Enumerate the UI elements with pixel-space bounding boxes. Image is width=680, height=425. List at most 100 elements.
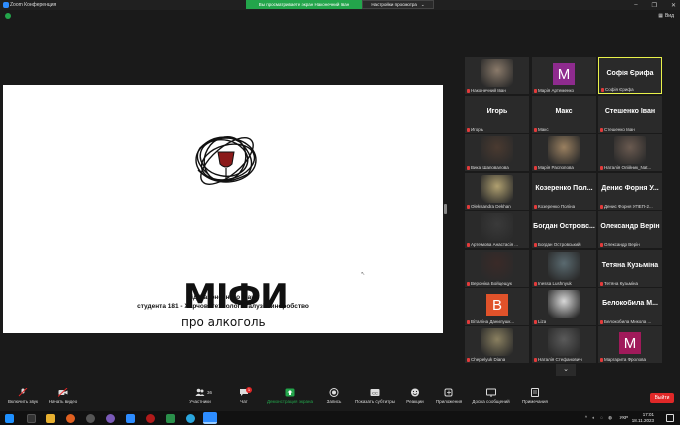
- participant-tile[interactable]: Макс Макс: [532, 96, 596, 133]
- captions-label: Показать субтитры: [355, 399, 395, 404]
- restore-icon[interactable]: ❐: [652, 2, 657, 9]
- participant-name-text: Liza: [538, 319, 547, 324]
- share-screen-button[interactable]: Демонстрация экрана: [267, 388, 313, 404]
- participant-name-label: Артемова Анастасія ...: [467, 242, 518, 247]
- notes-icon: [531, 388, 539, 397]
- windows-start-icon[interactable]: [5, 414, 14, 423]
- participant-name-text: Вероніка Бойцещук: [471, 281, 512, 286]
- participant-tile[interactable]: Inessa Lushnyuk: [532, 250, 596, 287]
- chat-button[interactable]: Чат: [221, 388, 267, 404]
- settings-gear-icon[interactable]: [86, 414, 95, 423]
- participant-name-text: Наталія Стефанович: [538, 357, 582, 362]
- viber-icon[interactable]: [106, 414, 115, 423]
- participant-tile[interactable]: Игорь Игорь: [465, 96, 529, 133]
- participant-name-label: Белокобила Микола ...: [600, 319, 651, 324]
- participant-tile[interactable]: Козеренко Пол... Козеренко Поліна: [532, 173, 596, 210]
- svg-text:CC: CC: [372, 391, 378, 396]
- participant-tile[interactable]: Chepelyuk Diana: [465, 326, 529, 363]
- window-controls: – ❐ ✕: [634, 0, 676, 10]
- participant-tile[interactable]: Олександр Верін Олександр Верін: [598, 211, 662, 248]
- participant-tile[interactable]: Денис Форня У... Денис Форня УПЕП-2...: [598, 173, 662, 210]
- red-app-icon[interactable]: [146, 414, 155, 423]
- muted-mic-icon: [600, 165, 603, 170]
- chat-badge: 1: [246, 387, 252, 393]
- telegram-icon[interactable]: [186, 414, 195, 423]
- avatar-letter: M: [619, 332, 641, 354]
- participant-name-text: Вика Шаповалова: [471, 165, 509, 170]
- leave-button[interactable]: Выйти: [650, 393, 674, 403]
- security-shield-icon[interactable]: [5, 13, 11, 19]
- participant-tile[interactable]: Тетяна Кузьміна Тетяна Кузьміна: [598, 250, 662, 287]
- reactions-label: Реакции: [406, 399, 424, 404]
- task-view-icon[interactable]: [27, 414, 36, 423]
- participant-tile[interactable]: Артемова Анастасія ...: [465, 211, 529, 248]
- participant-tile[interactable]: Наталія Олійник_Nat...: [598, 134, 662, 171]
- zoom-app-icon[interactable]: [126, 414, 135, 423]
- muted-mic-icon: [600, 281, 603, 286]
- participant-tile[interactable]: Софія Єрифа Софія Єрифа: [598, 57, 662, 94]
- participant-video-thumbnail: [481, 175, 513, 203]
- chevron-down-icon: ⌄: [420, 1, 425, 7]
- notification-center-icon[interactable]: [666, 414, 674, 422]
- whiteboard-button[interactable]: Доска сообщений: [468, 388, 514, 404]
- participant-name-label: Олександр Верін: [600, 242, 640, 247]
- participant-name-text: Артемова Анастасія ...: [471, 242, 519, 247]
- participant-display-name: Тетяна Кузьміна: [601, 262, 659, 269]
- participant-name-text: Игорь: [471, 127, 484, 132]
- participants-count: 36: [207, 390, 213, 395]
- minimize-icon[interactable]: –: [634, 2, 637, 8]
- participant-tile[interactable]: Наталія Стефанович: [532, 326, 596, 363]
- participant-tile[interactable]: Liza: [532, 288, 596, 325]
- start-video-button[interactable]: Начать видео: [40, 388, 86, 404]
- notes-button[interactable]: Примечания: [512, 388, 558, 404]
- muted-mic-icon: [534, 319, 537, 324]
- whiteboard-label: Доска сообщений: [472, 399, 510, 404]
- participant-name-label: Chepelyuk Diana: [467, 357, 505, 362]
- record-button[interactable]: Запись: [311, 388, 357, 404]
- apps-button[interactable]: Приложения: [426, 388, 472, 404]
- gallery-scroll-down-button[interactable]: ⌄: [556, 364, 576, 376]
- scribble-glass-logo: [195, 136, 257, 185]
- participant-tile[interactable]: Богдан Островс... Богдан Островський: [532, 211, 596, 248]
- participant-display-name: Стешенко Іван: [604, 108, 656, 115]
- participant-name-label: Маргарита Фролова: [600, 357, 646, 362]
- participant-tile[interactable]: Вика Шаповалова: [465, 134, 529, 171]
- muted-mic-icon: [600, 242, 603, 247]
- participant-name-text: Марія Артеменко: [538, 88, 575, 93]
- participants-button[interactable]: Участники: [177, 388, 223, 404]
- apps-icon: [444, 388, 453, 397]
- system-tray-icons[interactable]: ^ ◐ ◌ ◍: [585, 415, 614, 421]
- participant-name-text: Маргарита Фролова: [604, 357, 646, 362]
- participant-video-thumbnail: [548, 252, 580, 280]
- input-language[interactable]: УКР: [620, 415, 628, 420]
- zoom-active-taskbar-icon[interactable]: [203, 412, 217, 424]
- participants-label: Участники: [189, 399, 211, 404]
- participant-name-text: Козеренко Поліна: [538, 204, 576, 209]
- excel-icon[interactable]: [166, 414, 175, 423]
- participant-tile[interactable]: Наконечний Іван: [465, 57, 529, 94]
- participant-tile[interactable]: M Маргарита Фролова: [598, 326, 662, 363]
- participant-tile[interactable]: M Марія Артеменко: [532, 57, 596, 94]
- captions-icon: CC: [370, 389, 380, 396]
- view-button[interactable]: ▦ Вид: [658, 13, 674, 19]
- participant-tile[interactable]: Стешенко Іван Стешенко Іван: [598, 96, 662, 133]
- participant-name-text: Наталія Олійник_Nat...: [604, 165, 652, 170]
- muted-mic-icon: [534, 204, 537, 209]
- panel-splitter-handle[interactable]: [444, 204, 447, 214]
- firefox-icon[interactable]: [66, 414, 75, 423]
- participant-name-text: Белокобила Микола ...: [604, 319, 652, 324]
- participant-tile[interactable]: B Віталіна Данилушк...: [465, 288, 529, 325]
- participant-tile[interactable]: Вероніка Бойцещук: [465, 250, 529, 287]
- participant-video-thumbnail: [614, 136, 646, 164]
- view-settings-label: Настройки просмотра: [371, 2, 417, 7]
- slide-subtitle: про алкоголь: [181, 315, 266, 329]
- close-icon[interactable]: ✕: [671, 2, 676, 9]
- file-explorer-icon[interactable]: [46, 414, 55, 423]
- view-settings-button[interactable]: Настройки просмотра ⌄: [362, 0, 434, 9]
- participant-display-name: Козеренко Пол...: [535, 185, 593, 192]
- smiley-icon: [411, 388, 419, 397]
- participant-tile[interactable]: Белокобила М... Белокобила Микола ...: [598, 288, 662, 325]
- taskbar-clock[interactable]: 17:01 18.11.2023: [632, 412, 654, 424]
- participant-tile[interactable]: Oleksandra Dekhan: [465, 173, 529, 210]
- participant-tile[interactable]: Марія Распопова: [532, 134, 596, 171]
